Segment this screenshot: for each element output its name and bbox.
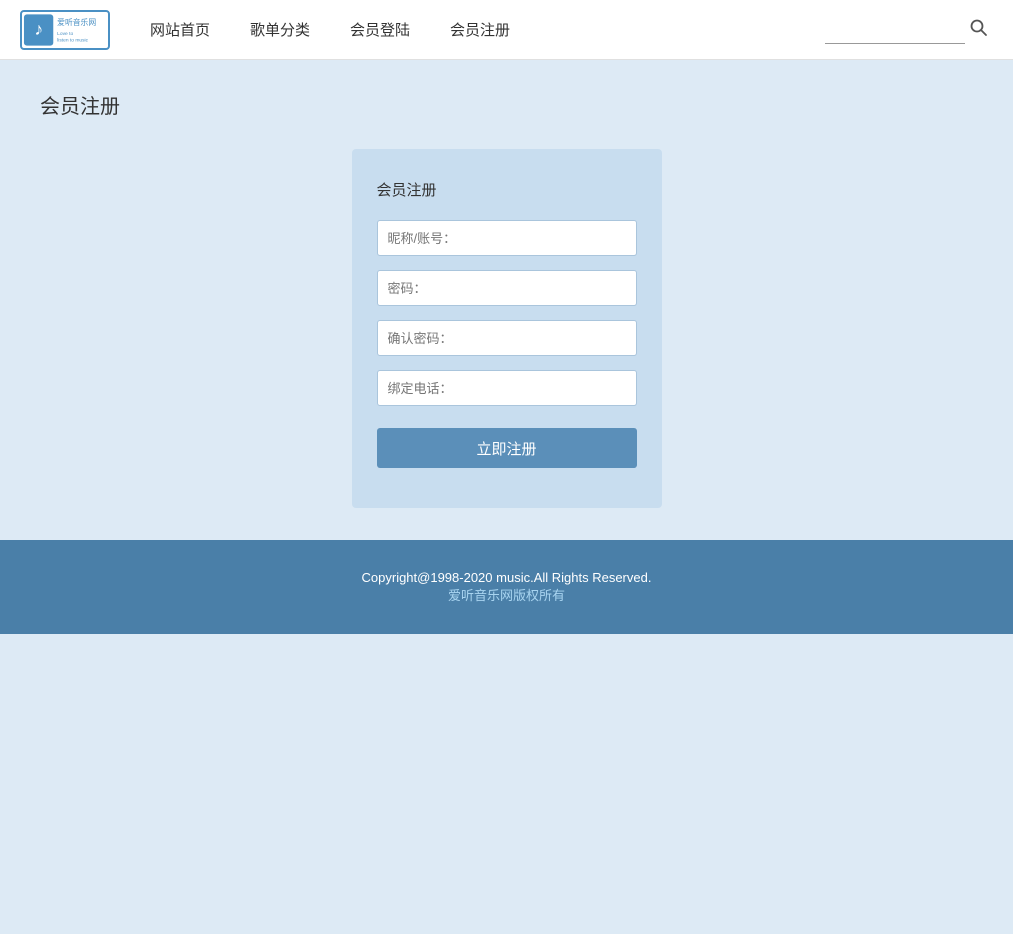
search-icon: [969, 18, 989, 38]
footer-copyright: Copyright@1998-2020 music.All Rights Res…: [20, 570, 993, 585]
phone-input[interactable]: [377, 370, 637, 406]
footer-rights: 爱听音乐网版权所有: [20, 585, 993, 604]
nickname-field: [377, 220, 637, 256]
password-input[interactable]: [377, 270, 637, 306]
svg-text:Love to: Love to: [57, 30, 73, 36]
header: ♪ 爱听音乐网 Love to listen to music 网站首页 歌单分…: [0, 0, 1013, 60]
card-title: 会员注册: [377, 179, 637, 200]
search-area: [825, 14, 993, 45]
phone-field: [377, 370, 637, 406]
nav-register[interactable]: 会员注册: [450, 19, 510, 40]
nav: 网站首页 歌单分类 会员登陆 会员注册: [150, 19, 825, 40]
svg-text:♪: ♪: [34, 18, 43, 38]
submit-button[interactable]: 立即注册: [377, 428, 637, 468]
svg-text:爱听音乐网: 爱听音乐网: [57, 17, 96, 27]
logo: ♪ 爱听音乐网 Love to listen to music: [20, 10, 110, 50]
confirm-password-field: [377, 320, 637, 356]
nav-home[interactable]: 网站首页: [150, 19, 210, 40]
search-input[interactable]: [825, 16, 965, 44]
logo-area: ♪ 爱听音乐网 Love to listen to music: [20, 10, 110, 50]
svg-text:listen to music: listen to music: [57, 37, 88, 43]
nav-category[interactable]: 歌单分类: [250, 19, 310, 40]
logo-svg: ♪ 爱听音乐网 Love to listen to music: [22, 11, 108, 49]
search-button[interactable]: [965, 14, 993, 45]
page-title: 会员注册: [40, 90, 973, 119]
password-field: [377, 270, 637, 306]
main-content: 会员注册 会员注册 立即注册: [0, 60, 1013, 540]
footer: Copyright@1998-2020 music.All Rights Res…: [0, 540, 1013, 634]
nav-login[interactable]: 会员登陆: [350, 19, 410, 40]
register-card: 会员注册 立即注册: [352, 149, 662, 508]
nickname-input[interactable]: [377, 220, 637, 256]
confirm-password-input[interactable]: [377, 320, 637, 356]
